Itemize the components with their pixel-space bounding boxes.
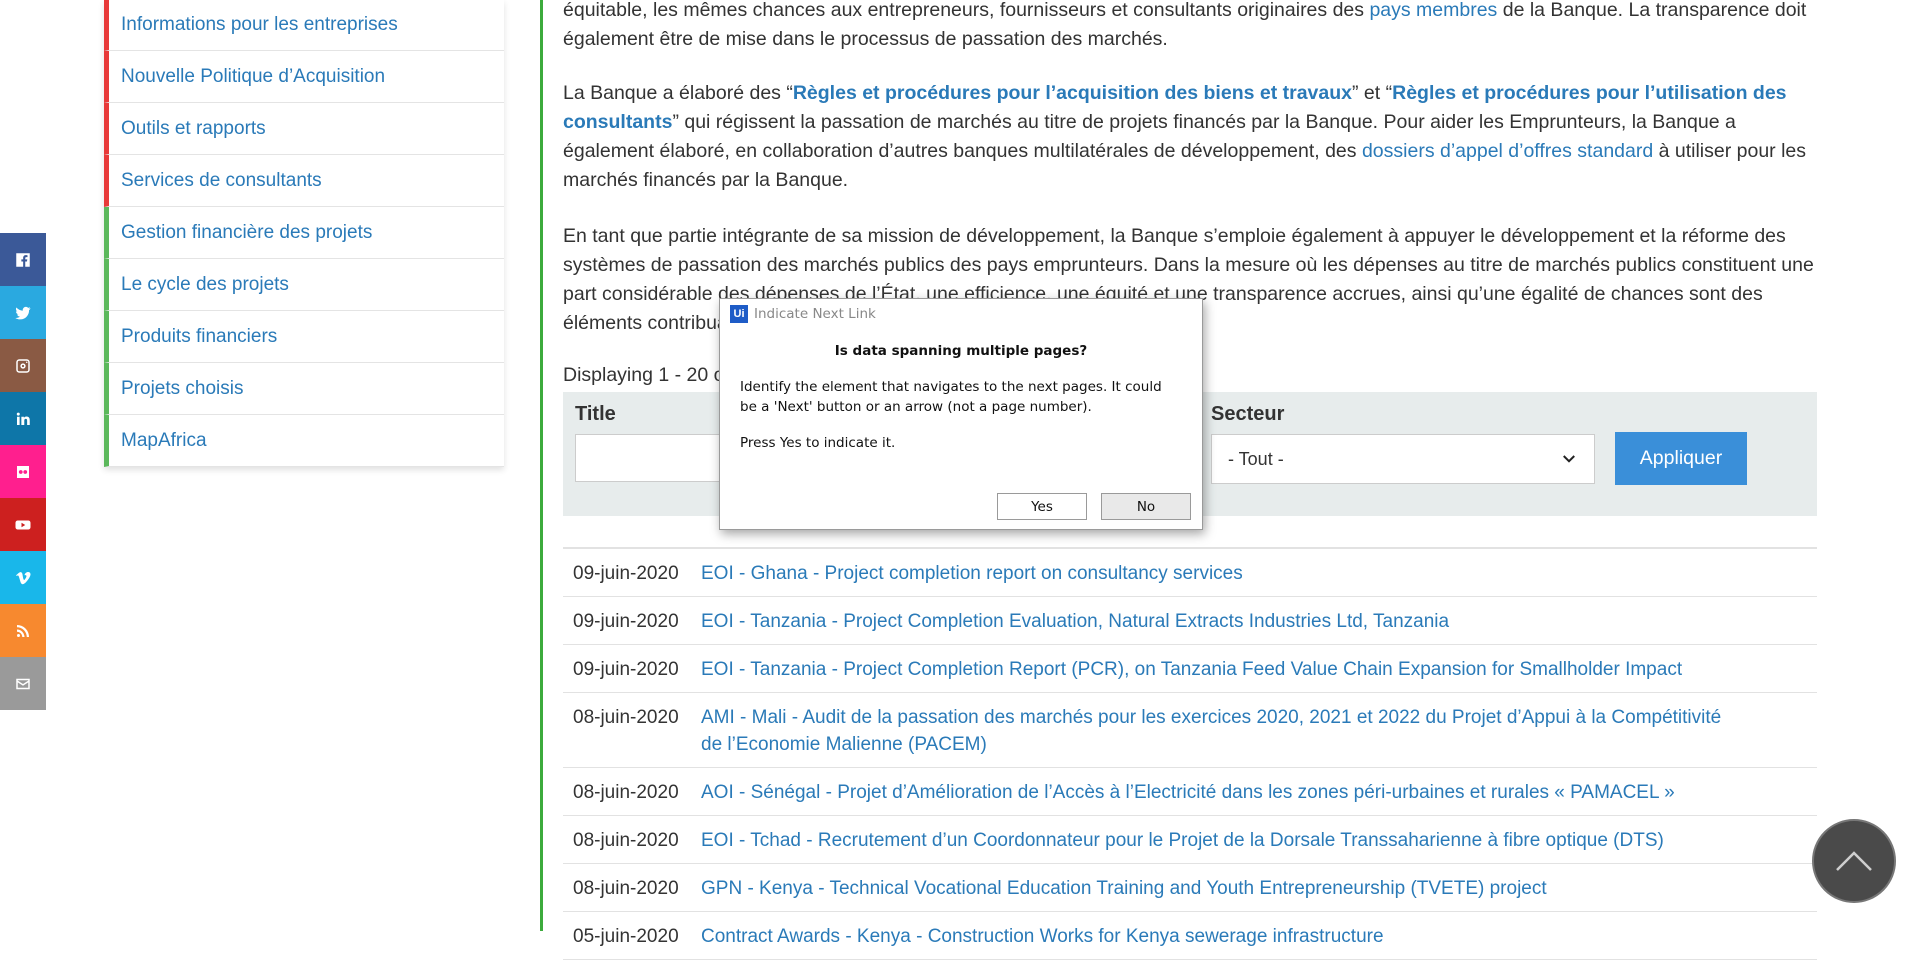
twitter-button[interactable]: [0, 286, 46, 339]
table-row: 08-juin-2020 GPN - Kenya - Technical Voca…: [563, 864, 1817, 912]
sidebar-item-services-consultants[interactable]: Services de consultants: [104, 155, 504, 207]
sidebar-item-label: Projets choisis: [121, 377, 244, 399]
link-pays-membres[interactable]: pays membres: [1369, 0, 1497, 21]
indicate-next-link-dialog: Ui Indicate Next Link Is data spanning m…: [719, 298, 1203, 530]
youtube-icon: [15, 520, 31, 529]
sidebar-item-outils-rapports[interactable]: Outils et rapports: [104, 103, 504, 155]
dialog-question: Is data spanning multiple pages?: [834, 343, 1088, 359]
row-date: 08-juin-2020: [573, 707, 679, 728]
vimeo-icon: [16, 571, 31, 584]
row-title-link[interactable]: EOI - Tchad - Recrutement d’un Coordonna…: [683, 827, 1817, 854]
chevron-down-icon: [1563, 455, 1575, 463]
results-count: Displaying 1 - 20 o: [563, 364, 725, 386]
uipath-logo-icon: Ui: [730, 305, 748, 323]
flickr-icon: [17, 465, 29, 478]
row-title-link[interactable]: AMI - Mali - Audit de la passation des m…: [683, 704, 1817, 758]
email-button[interactable]: [0, 657, 46, 710]
title-filter-input[interactable]: [575, 434, 735, 482]
row-title-link[interactable]: EOI - Tanzania - Project Completion Eval…: [683, 608, 1817, 635]
row-title-link[interactable]: EOI - Ghana - Project completion report …: [683, 560, 1817, 587]
sidebar-item-cycle-projets[interactable]: Le cycle des projets: [104, 259, 504, 311]
row-date: 09-juin-2020: [573, 563, 679, 584]
sidebar-item-projets-choisis[interactable]: Projets choisis: [104, 363, 504, 415]
row-date: 08-juin-2020: [573, 830, 679, 851]
sidebar-item-label: Produits financiers: [121, 325, 278, 347]
facebook-icon: [16, 252, 30, 267]
text: La Banque a élaboré des “: [563, 82, 793, 104]
yes-button[interactable]: Yes: [997, 493, 1087, 520]
email-icon: [16, 678, 30, 689]
flickr-button[interactable]: [0, 445, 46, 498]
facebook-button[interactable]: [0, 233, 46, 286]
dialog-titlebar: Ui Indicate Next Link: [720, 299, 1202, 329]
table-row: 05-juin-2020 Contract Awards - Kenya - Co…: [563, 912, 1817, 960]
row-title-link[interactable]: AOI - Sénégal - Projet d’Amélioration de…: [683, 779, 1817, 806]
sidebar-item-label: Le cycle des projets: [121, 273, 289, 295]
table-row: 09-juin-2020 EOI - Tanzania - Project Com…: [563, 597, 1817, 645]
sidebar-item-label: Informations pour les entreprises: [121, 14, 398, 35]
text: équitable, les mêmes chances aux entrepr…: [563, 0, 1370, 21]
secteur-filter-label: Secteur: [1211, 403, 1285, 425]
secteur-selected-value: - Tout -: [1228, 448, 1284, 469]
row-title-link[interactable]: EOI - Tanzania - Project Completion Repo…: [683, 656, 1817, 683]
social-bar: [0, 233, 46, 710]
sidebar-item-label: Services de consultants: [121, 169, 322, 191]
sidebar-item-nouvelle-politique[interactable]: Nouvelle Politique d’Acquisition: [104, 51, 504, 103]
row-date: 05-juin-2020: [573, 926, 679, 947]
linkedin-button[interactable]: [0, 392, 46, 445]
link-regles-acquisition[interactable]: Règles et procédures pour l’acquisition …: [793, 82, 1352, 104]
title-filter-label: Title: [575, 403, 616, 425]
table-row: 08-juin-2020 AMI - Mali - Audit de la pas…: [563, 693, 1817, 768]
paragraph-regles: La Banque a élaboré des “Règles et procé…: [563, 79, 1818, 195]
no-button[interactable]: No: [1101, 493, 1191, 520]
apply-button[interactable]: Appliquer: [1615, 432, 1747, 485]
dialog-message: Identify the element that navigates to t…: [740, 379, 1162, 415]
vimeo-button[interactable]: [0, 551, 46, 604]
content-divider: [540, 0, 543, 931]
back-to-top-button[interactable]: [1812, 819, 1896, 903]
twitter-icon: [15, 306, 31, 319]
sidebar-item-label: Outils et rapports: [121, 117, 266, 139]
paragraph-transparence: équitable, les mêmes chances aux entrepr…: [563, 0, 1818, 54]
row-title-link[interactable]: GPN - Kenya - Technical Vocational Educa…: [683, 875, 1817, 902]
youtube-button[interactable]: [0, 498, 46, 551]
dialog-title: Indicate Next Link: [754, 306, 876, 322]
row-date: 08-juin-2020: [573, 878, 679, 899]
sidebar-item-informations-entreprises[interactable]: Informations pour les entreprises: [104, 0, 504, 51]
row-date: 09-juin-2020: [573, 611, 679, 632]
instagram-icon: [16, 358, 30, 373]
link-dossiers-appel-offres[interactable]: dossiers d’appel d’offres standard: [1362, 140, 1653, 162]
sidebar-item-mapafrica[interactable]: MapAfrica: [104, 415, 504, 467]
sidebar-item-label: Nouvelle Politique d’Acquisition: [121, 65, 386, 87]
linkedin-icon: [16, 412, 30, 425]
results-table: 09-juin-2020 EOI - Ghana - Project comple…: [563, 547, 1817, 960]
row-date: 09-juin-2020: [573, 659, 679, 680]
sidebar-item-produits-financiers[interactable]: Produits financiers: [104, 311, 504, 363]
sidebar-item-label: Gestion financière des projets: [121, 221, 373, 243]
sidebar-item-label: MapAfrica: [121, 429, 207, 451]
table-row: 08-juin-2020 AOI - Sénégal - Projet d’Amé…: [563, 768, 1817, 816]
row-date: 08-juin-2020: [573, 782, 679, 803]
arrow-up-icon: [1836, 851, 1872, 871]
text: ” et “: [1352, 82, 1393, 104]
sidebar-item-gestion-financiere[interactable]: Gestion financière des projets: [104, 207, 504, 259]
table-row: 08-juin-2020 EOI - Tchad - Recrutement d’…: [563, 816, 1817, 864]
rss-icon: [17, 624, 29, 637]
row-title-link[interactable]: Contract Awards - Kenya - Construction W…: [683, 923, 1817, 950]
rss-button[interactable]: [0, 604, 46, 657]
instagram-button[interactable]: [0, 339, 46, 392]
dialog-prompt: Press Yes to indicate it.: [740, 435, 896, 451]
table-row: 09-juin-2020 EOI - Tanzania - Project Com…: [563, 645, 1817, 693]
table-row: 09-juin-2020 EOI - Ghana - Project comple…: [563, 549, 1817, 597]
secteur-select[interactable]: - Tout -: [1211, 434, 1595, 484]
sidebar-menu: Informations pour les entreprises Nouvel…: [104, 0, 504, 467]
